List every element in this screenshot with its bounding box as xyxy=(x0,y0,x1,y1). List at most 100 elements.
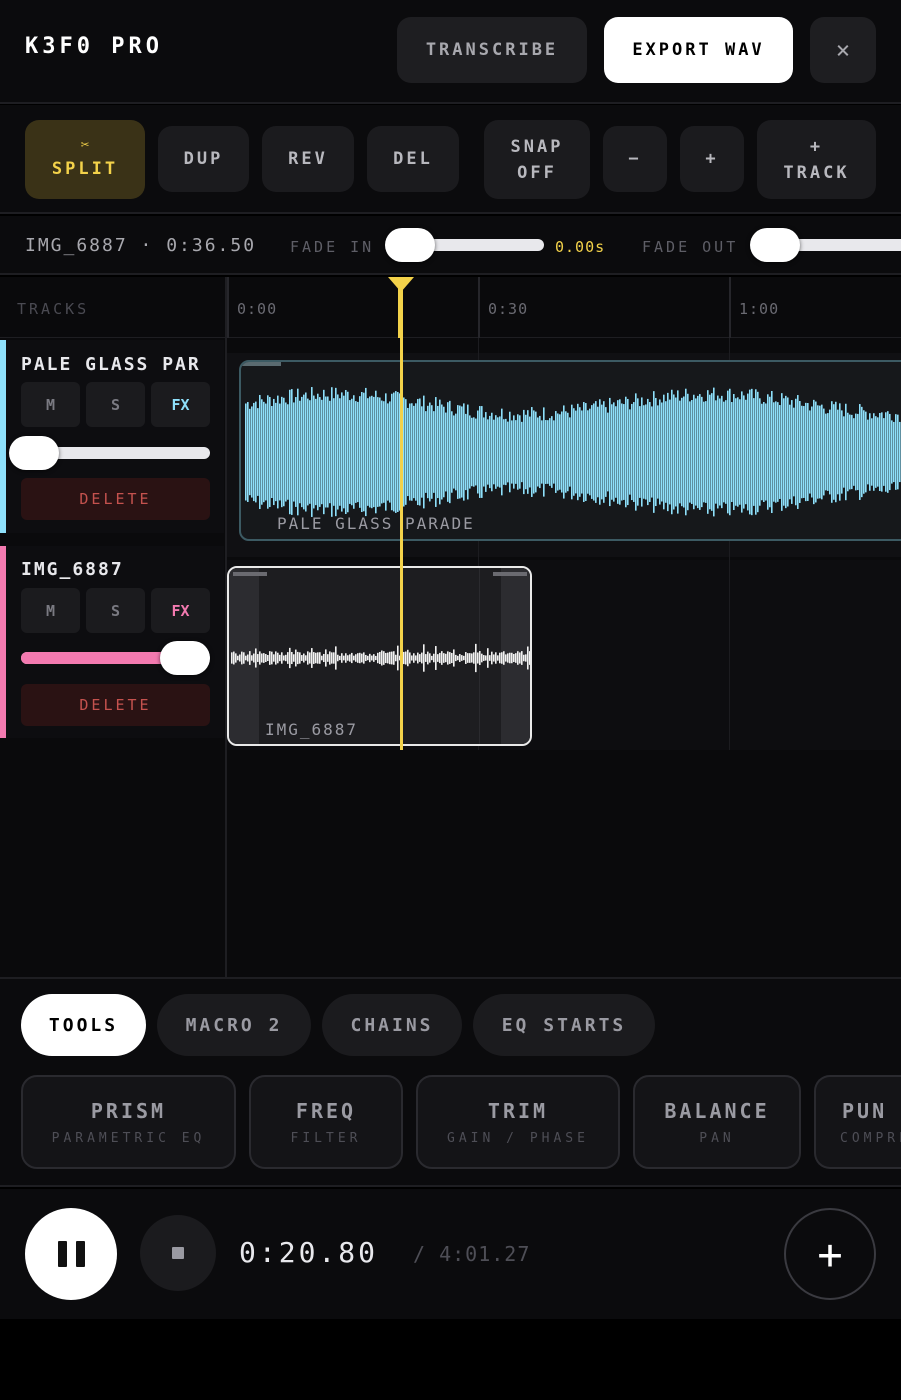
waveform-bar xyxy=(527,410,529,494)
waveform-bar xyxy=(365,387,367,517)
waveform-bar xyxy=(405,399,407,505)
waveform-bar xyxy=(773,402,775,502)
tab-macro-2[interactable]: MACRO 2 xyxy=(157,994,311,1056)
add-track-button[interactable]: + TRACK xyxy=(757,120,876,199)
waveform-bar xyxy=(769,396,771,508)
waveform-bar xyxy=(547,420,549,484)
waveform-bar xyxy=(551,416,553,488)
fx-card-trim[interactable]: TRIM GAIN / PHASE xyxy=(416,1075,620,1169)
transcribe-button[interactable]: TRANSCRIBE xyxy=(397,17,587,83)
fade-in-slider-knob[interactable] xyxy=(385,228,435,262)
solo-button[interactable]: S xyxy=(86,588,145,633)
volume-slider-knob[interactable] xyxy=(9,436,60,470)
waveform-bar xyxy=(457,405,459,499)
fx-button[interactable]: FX xyxy=(151,382,210,427)
fx-card-freq[interactable]: FREQ FILTER xyxy=(249,1075,403,1169)
waveform-bar xyxy=(659,399,661,505)
split-button[interactable]: ✂ SPLIT xyxy=(25,120,145,199)
pause-button[interactable] xyxy=(25,1208,117,1300)
waveform-bar xyxy=(371,655,373,661)
delete-clip-button[interactable]: DEL xyxy=(367,126,459,192)
waveform-bar xyxy=(567,412,569,492)
waveform-bar xyxy=(541,420,543,484)
snap-state: OFF xyxy=(517,162,557,183)
waveform-bar xyxy=(413,653,415,663)
waveform-bar xyxy=(517,414,519,490)
waveform-bar xyxy=(327,396,329,508)
waveform-bar xyxy=(337,394,339,510)
waveform-bar xyxy=(253,402,255,502)
waveform-bar xyxy=(387,403,389,501)
waveform-bar xyxy=(595,401,597,503)
delete-track-button[interactable]: DELETE xyxy=(21,478,210,520)
close-icon: × xyxy=(835,36,851,64)
tab-tools[interactable]: TOOLS xyxy=(21,994,146,1056)
playhead-marker-icon[interactable] xyxy=(388,277,414,293)
waveform-bar xyxy=(581,410,583,494)
current-time: 0:20.80 xyxy=(239,1236,379,1269)
waveform-bar xyxy=(557,413,559,491)
audio-clip-selected[interactable]: IMG_6887 xyxy=(227,566,532,746)
fx-button[interactable]: FX xyxy=(151,588,210,633)
waveform-bar xyxy=(331,652,333,664)
waveform-bar xyxy=(249,408,251,496)
waveform-bar xyxy=(493,654,495,662)
waveform-bar xyxy=(711,393,713,511)
fx-card-balance[interactable]: BALANCE PAN xyxy=(633,1075,801,1169)
waveform-bar xyxy=(345,653,347,663)
reverse-button[interactable]: REV xyxy=(262,126,354,192)
waveform-bar xyxy=(297,651,299,665)
zoom-out-button[interactable]: − xyxy=(603,126,667,192)
waveform-bar xyxy=(321,399,323,505)
tab-chains[interactable]: CHAINS xyxy=(322,994,462,1056)
waveform-bar xyxy=(487,419,489,485)
waveform-bar xyxy=(505,418,507,486)
duplicate-button[interactable]: DUP xyxy=(158,126,249,192)
audio-clip[interactable]: PALE GLASS PARADE xyxy=(239,360,901,541)
waveform-bar xyxy=(303,394,305,510)
waveform-bar xyxy=(427,405,429,499)
waveform-bar xyxy=(393,651,395,665)
waveform-bar xyxy=(601,404,603,500)
close-button[interactable]: × xyxy=(810,17,876,83)
fx-subtitle: PARAMETRIC EQ xyxy=(51,1130,206,1146)
solo-button[interactable]: S xyxy=(86,382,145,427)
waveform-bar xyxy=(455,413,457,491)
timeline-ruler[interactable] xyxy=(227,277,901,338)
stop-button[interactable] xyxy=(140,1215,216,1291)
tab-eq-starts[interactable]: EQ STARTS xyxy=(473,994,655,1056)
waveform-bar xyxy=(779,405,781,499)
snap-toggle[interactable]: SNAP OFF xyxy=(484,120,590,199)
export-wav-button[interactable]: EXPORT WAV xyxy=(604,17,793,83)
waveform-bar xyxy=(807,403,809,501)
fx-card-pump[interactable]: PUN COMPRE xyxy=(814,1075,901,1169)
waveform-bar xyxy=(361,653,363,663)
track-name[interactable]: IMG_6887 xyxy=(21,559,124,580)
waveform-bar xyxy=(407,407,409,497)
waveform-bar xyxy=(337,654,339,662)
fx-title: FREQ xyxy=(295,1098,357,1123)
waveform-bar xyxy=(837,409,839,495)
mute-button[interactable]: M xyxy=(21,588,80,633)
waveform-bar xyxy=(341,653,343,663)
fx-card-prism[interactable]: PRISM PARAMETRIC EQ xyxy=(21,1075,236,1169)
track-color-stripe xyxy=(0,546,6,738)
mute-button[interactable]: M xyxy=(21,382,80,427)
waveform-bar xyxy=(321,655,323,661)
fx-title: BALANCE xyxy=(664,1098,770,1123)
delete-track-button[interactable]: DELETE xyxy=(21,684,210,726)
fade-out-slider-knob[interactable] xyxy=(750,228,800,262)
add-button[interactable]: + xyxy=(784,1208,876,1300)
waveform-bar xyxy=(481,653,483,663)
zoom-in-button[interactable]: + xyxy=(680,126,744,192)
volume-slider-knob[interactable] xyxy=(160,641,211,675)
track-name[interactable]: PALE GLASS PAR xyxy=(21,354,201,375)
waveform-bar xyxy=(559,414,561,490)
waveform-bar xyxy=(445,412,447,492)
waveform-bar xyxy=(573,408,575,496)
waveform-bar xyxy=(395,391,397,513)
waveform-bar xyxy=(787,397,789,507)
waveform-bar xyxy=(351,398,353,506)
waveform-bar xyxy=(275,651,277,665)
waveform-bar xyxy=(563,405,565,499)
